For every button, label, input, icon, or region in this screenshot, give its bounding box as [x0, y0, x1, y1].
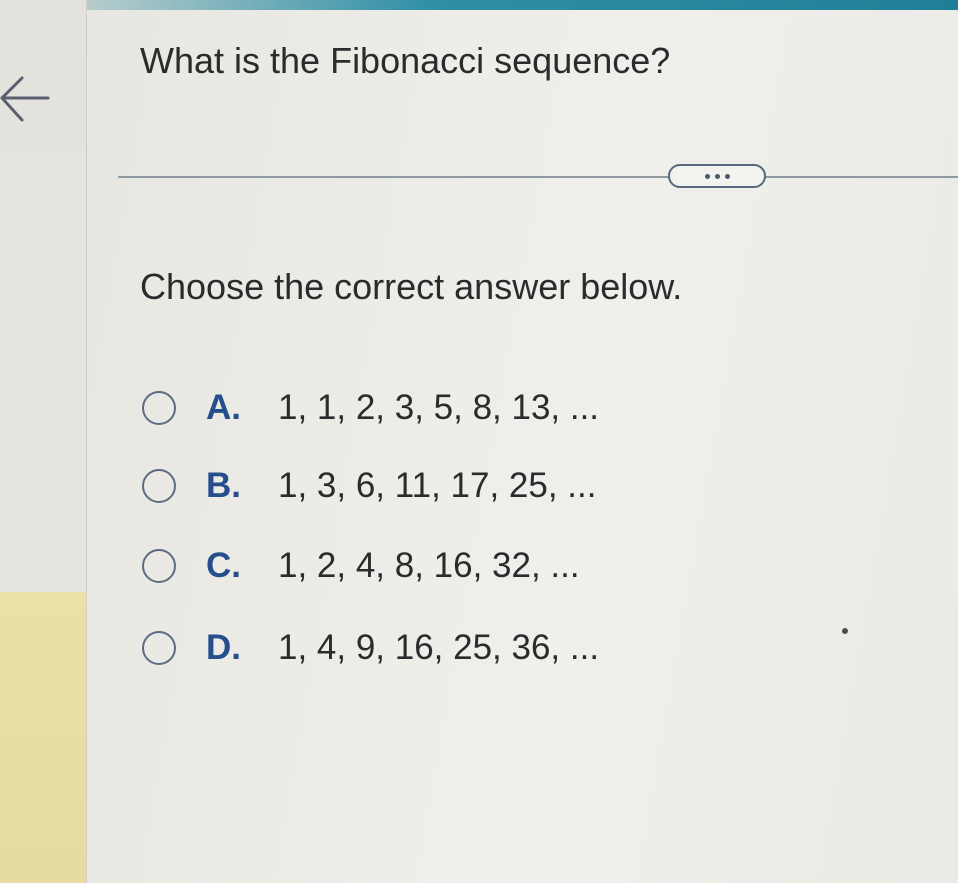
radio-button-d[interactable]: [142, 631, 176, 665]
section-divider: [118, 176, 958, 178]
radio-button-b[interactable]: [142, 469, 176, 503]
ellipsis-icon: [724, 173, 730, 179]
ellipsis-icon: [704, 173, 710, 179]
instruction-text: Choose the correct answer below.: [140, 266, 683, 307]
option-letter-b: B.: [206, 466, 241, 505]
option-text-c: 1, 2, 4, 8, 16, 32, ...: [278, 546, 580, 585]
show-more-button[interactable]: [668, 164, 766, 188]
answer-option-a[interactable]: A. 1, 1, 2, 3, 5, 8, 13, ...: [142, 386, 599, 430]
radio-button-c[interactable]: [142, 549, 176, 583]
option-letter-a: A.: [206, 388, 241, 427]
answer-option-d[interactable]: D. 1, 4, 9, 16, 25, 36, ...: [142, 626, 599, 670]
left-rail: [0, 0, 87, 883]
back-button[interactable]: [0, 70, 52, 130]
screen-speck: [842, 628, 848, 634]
back-arrow-icon: [0, 76, 50, 122]
radio-button-a[interactable]: [142, 391, 176, 425]
rail-highlight: [0, 592, 86, 883]
option-text-a: 1, 1, 2, 3, 5, 8, 13, ...: [278, 388, 600, 427]
ellipsis-icon: [714, 173, 720, 179]
option-text-d: 1, 4, 9, 16, 25, 36, ...: [278, 628, 600, 667]
option-text-b: 1, 3, 6, 11, 17, 25, ...: [278, 466, 597, 505]
top-accent-bar: [0, 0, 958, 10]
screen: What is the Fibonacci sequence? Choose t…: [0, 0, 958, 883]
question-text: What is the Fibonacci sequence?: [140, 40, 671, 81]
option-letter-c: C.: [206, 546, 241, 585]
option-letter-d: D.: [206, 628, 241, 667]
answer-option-b[interactable]: B. 1, 3, 6, 11, 17, 25, ...: [142, 464, 596, 508]
answer-option-c[interactable]: C. 1, 2, 4, 8, 16, 32, ...: [142, 544, 580, 588]
